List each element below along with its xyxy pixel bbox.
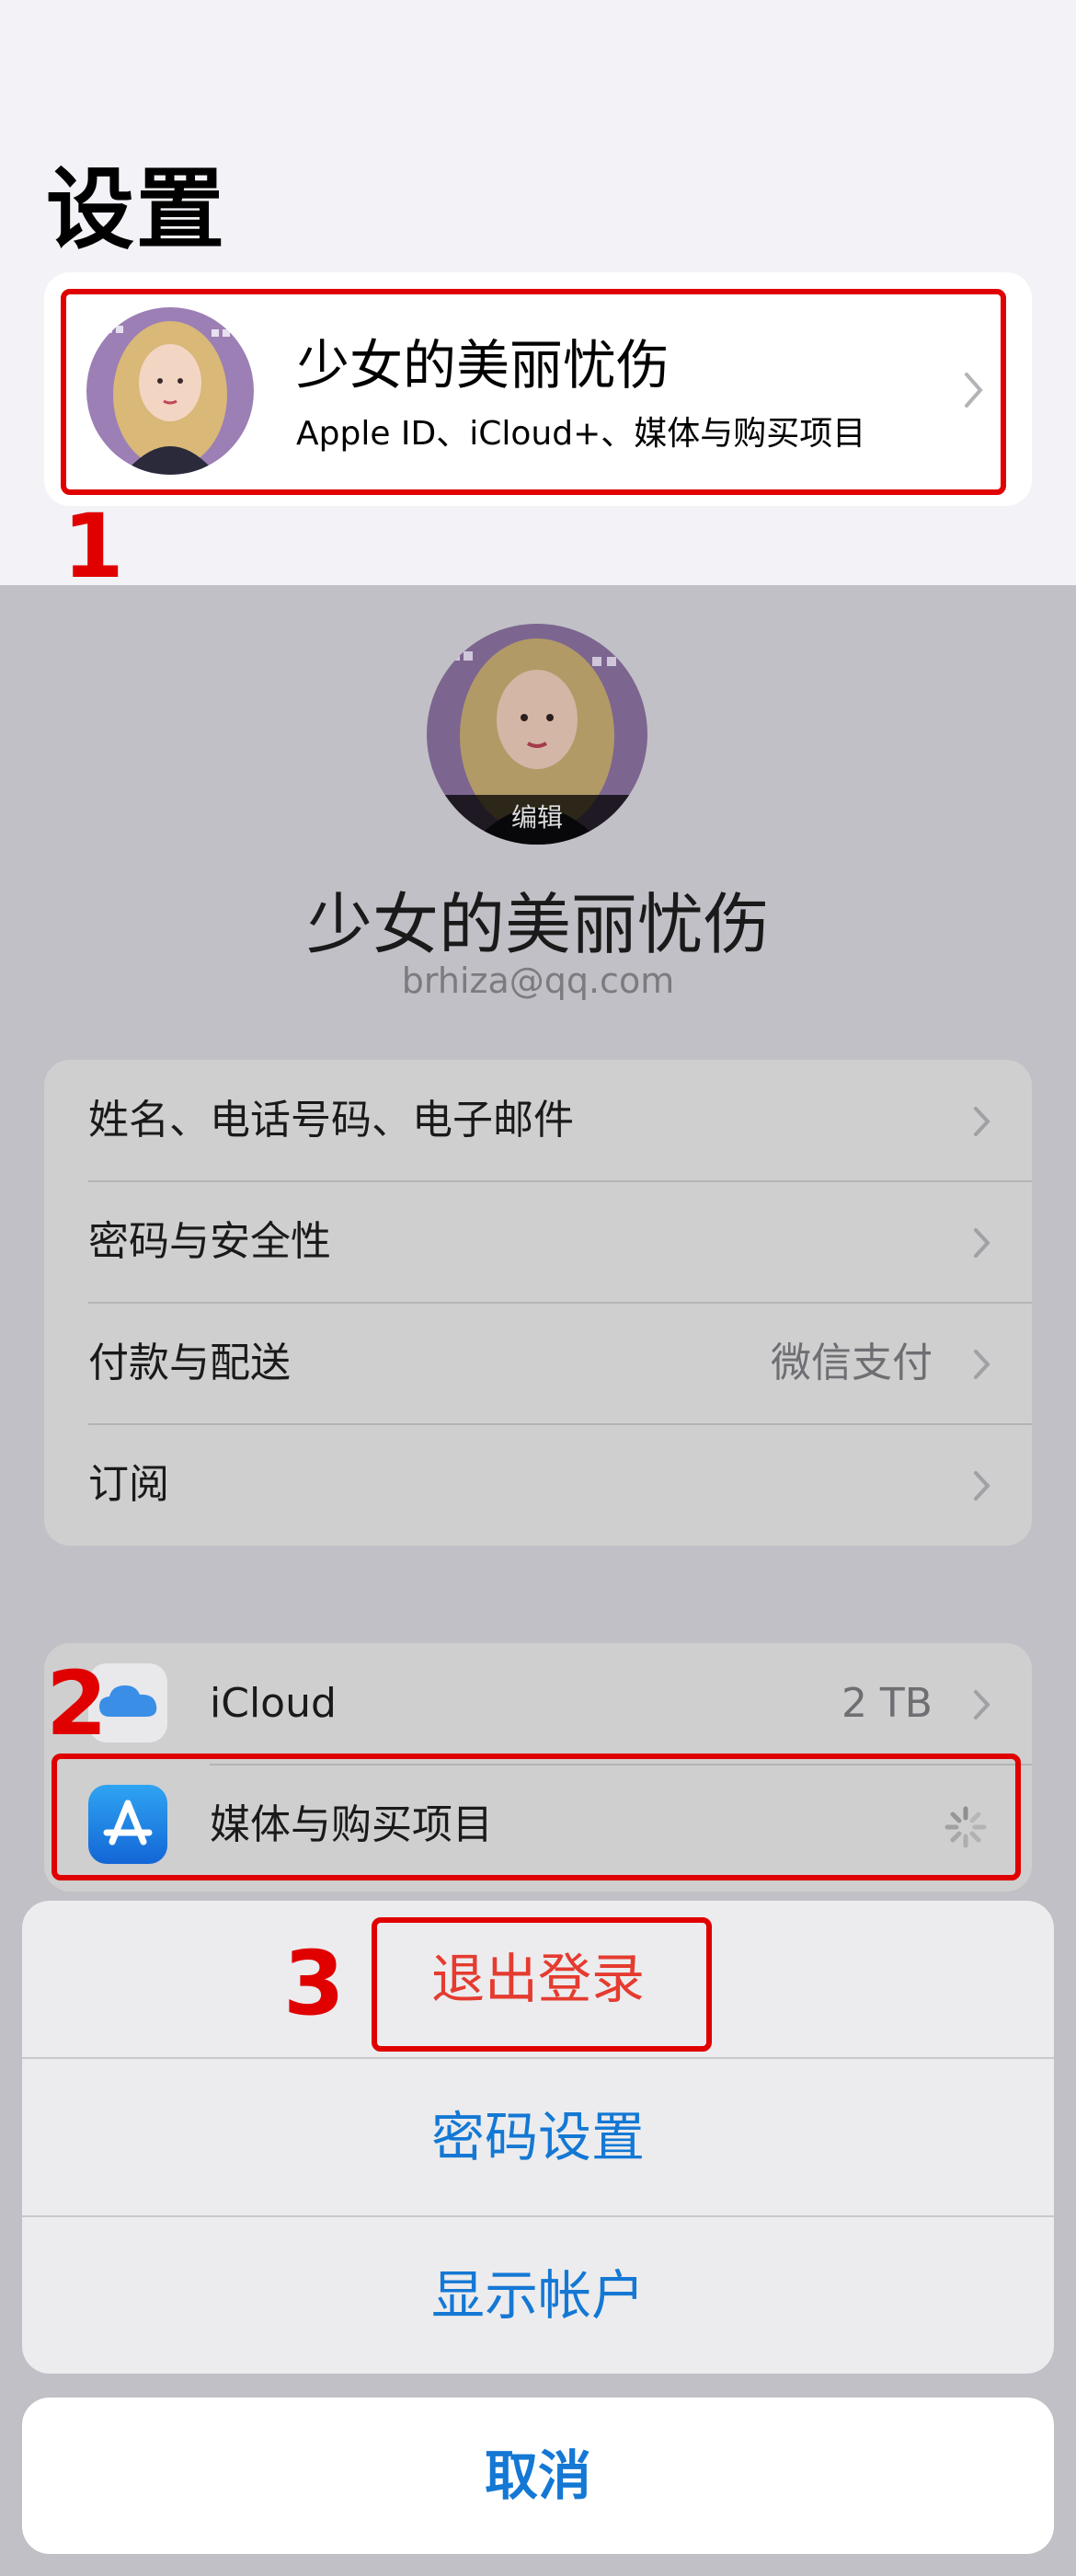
chevron-right-icon [974,1471,990,1501]
cancel-button[interactable]: 取消 [22,2398,1054,2554]
row-icloud[interactable]: iCloud 2 TB [44,1643,1032,1765]
chevron-right-icon [974,1690,990,1719]
annotation-number-2: 2 [46,1652,108,1755]
page-title: 设置 [46,158,226,261]
row-label: 姓名、电话号码、电子邮件 [88,1097,574,1144]
row-label: iCloud [210,1680,337,1727]
show-account-button[interactable]: 显示帐户 [22,2217,1054,2374]
password-settings-button[interactable]: 密码设置 [22,2059,1054,2215]
annotation-box-2 [52,1754,1021,1880]
row-payment-shipping[interactable]: 付款与配送 微信支付 [44,1303,1032,1424]
annotation-box-1 [61,289,1006,495]
edit-avatar-label[interactable]: 编辑 [427,795,647,845]
row-value: 微信支付 [771,1340,933,1386]
chevron-right-icon [974,1107,990,1136]
row-name-phone-email[interactable]: 姓名、电话号码、电子邮件 [44,1060,1032,1181]
chevron-right-icon [974,1228,990,1258]
account-avatar[interactable]: 编辑 [427,624,647,845]
row-password-security[interactable]: 密码与安全性 [44,1181,1032,1303]
account-email: brhiza@qq.com [401,960,675,1001]
row-label: 付款与配送 [88,1340,291,1386]
row-subscriptions[interactable]: 订阅 [44,1424,1032,1546]
row-label: 密码与安全性 [88,1218,331,1265]
chevron-right-icon [974,1350,990,1379]
account-settings-group: 姓名、电话号码、电子邮件 密码与安全性 付款与配送 微信支付 订阅 [44,1060,1032,1546]
row-label: 订阅 [88,1461,169,1508]
account-name: 少女的美丽忧伤 [305,886,770,963]
row-value: 2 TB [841,1680,933,1727]
annotation-box-3 [372,1917,712,2052]
annotation-number-1: 1 [63,495,124,598]
annotation-number-3: 3 [283,1932,345,2035]
